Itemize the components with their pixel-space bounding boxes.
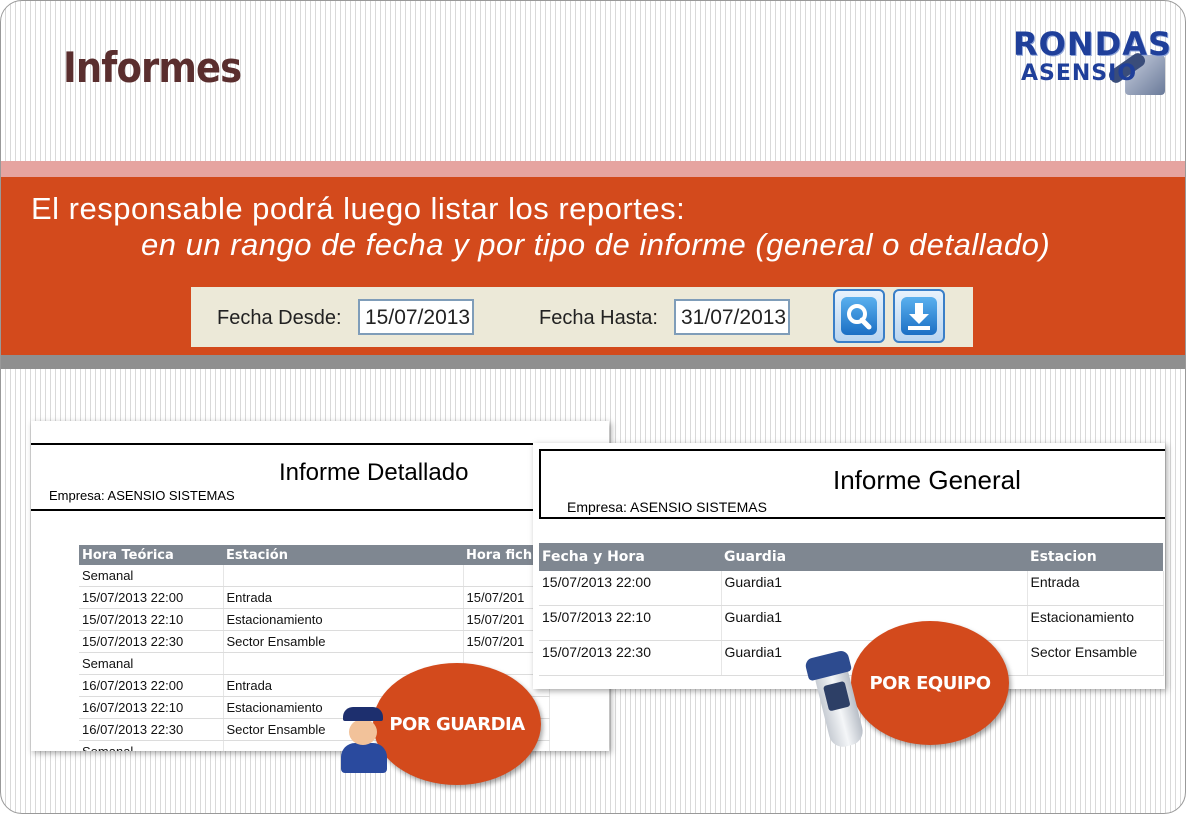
table-cell: Semanal	[79, 740, 224, 751]
por-guardia-badge: POR GUARDIA	[373, 663, 541, 785]
column-header: Estación	[223, 545, 463, 565]
table-cell: 15/07/2013 22:30	[539, 640, 722, 676]
informe-general-title: Informe General	[833, 465, 1021, 495]
informe-detallado-title: Informe Detallado	[279, 459, 469, 486]
fecha-desde-label: Fecha Desde:	[217, 307, 342, 329]
download-icon	[908, 303, 930, 330]
slide-title: Informes	[63, 43, 242, 92]
table-cell: Semanal	[79, 565, 224, 587]
table-cell: Guardia1	[721, 571, 1028, 606]
column-header: Fecha y Hora	[539, 543, 721, 571]
rondas-asensio-logo: RONDAS ASENSIO	[1011, 25, 1171, 97]
column-header: Guardia	[721, 543, 1027, 571]
table-cell: Estacionamiento	[223, 608, 464, 631]
table-cell: 16/07/2013 22:10	[79, 696, 224, 719]
search-button[interactable]	[833, 289, 885, 343]
table-cell: Estacionamiento	[1027, 605, 1164, 641]
logo-line2: ASENSIO	[1021, 61, 1138, 86]
table-cell: 15/07/2013 22:10	[79, 608, 224, 631]
heading-line2: en un rango de fecha y por tipo de infor…	[141, 227, 1051, 262]
download-button[interactable]	[893, 289, 945, 343]
table-row: 15/07/2013 22:10 Estacionamiento 15/07/201	[79, 608, 550, 631]
guard-icon	[339, 707, 389, 773]
table-cell: Entrada	[1027, 571, 1164, 606]
table-row: 15/07/2013 22:10 Guardia1 Estacionamiento	[539, 605, 1164, 641]
fecha-hasta-label: Fecha Hasta:	[539, 307, 658, 329]
por-equipo-badge: POR EQUIPO	[851, 621, 1009, 745]
table-row: 15/07/2013 22:00 Entrada 15/07/201	[79, 586, 550, 609]
table-row: 15/07/2013 22:00 Guardia1 Entrada	[539, 571, 1164, 606]
table-cell: Entrada	[223, 586, 464, 609]
table-cell: Sector Ensamble	[1027, 640, 1164, 676]
logo-line1: RONDAS	[1013, 25, 1172, 63]
search-icon	[847, 304, 872, 330]
slide-frame: Informes RONDAS ASENSIO El responsable p…	[0, 0, 1186, 814]
table-cell: Sector Ensamble	[223, 630, 464, 653]
table-cell: 16/07/2013 22:30	[79, 718, 224, 741]
table-row: Semanal	[79, 565, 550, 587]
table-cell: 15/07/2013 22:30	[79, 630, 224, 653]
table-cell: 15/07/2013 22:10	[539, 605, 722, 641]
table-cell	[223, 565, 464, 587]
band-bottom-stripe	[1, 355, 1185, 369]
column-header: Hora Teórica	[79, 545, 223, 565]
table-cell: Semanal	[79, 652, 224, 675]
heading-line1: El responsable podrá luego listar los re…	[31, 191, 686, 226]
informe-detallado-empresa: Empresa: ASENSIO SISTEMAS	[49, 488, 235, 503]
fecha-hasta-input[interactable]: 31/07/2013	[674, 299, 790, 335]
table-cell: 16/07/2013 22:00	[79, 674, 224, 697]
informe-general-table: Fecha y Hora Guardia Estacion 15/07/2013…	[539, 543, 1164, 676]
band-top-stripe	[1, 161, 1185, 177]
table-row: 15/07/2013 22:30 Sector Ensamble 15/07/201	[79, 630, 550, 653]
informe-general-empresa: Empresa: ASENSIO SISTEMAS	[567, 499, 767, 515]
fecha-desde-input[interactable]: 15/07/2013	[358, 299, 474, 335]
table-cell: 15/07/2013 22:00	[539, 571, 722, 606]
table-cell: 15/07/2013 22:00	[79, 586, 224, 609]
column-header: Estacion	[1027, 543, 1163, 571]
